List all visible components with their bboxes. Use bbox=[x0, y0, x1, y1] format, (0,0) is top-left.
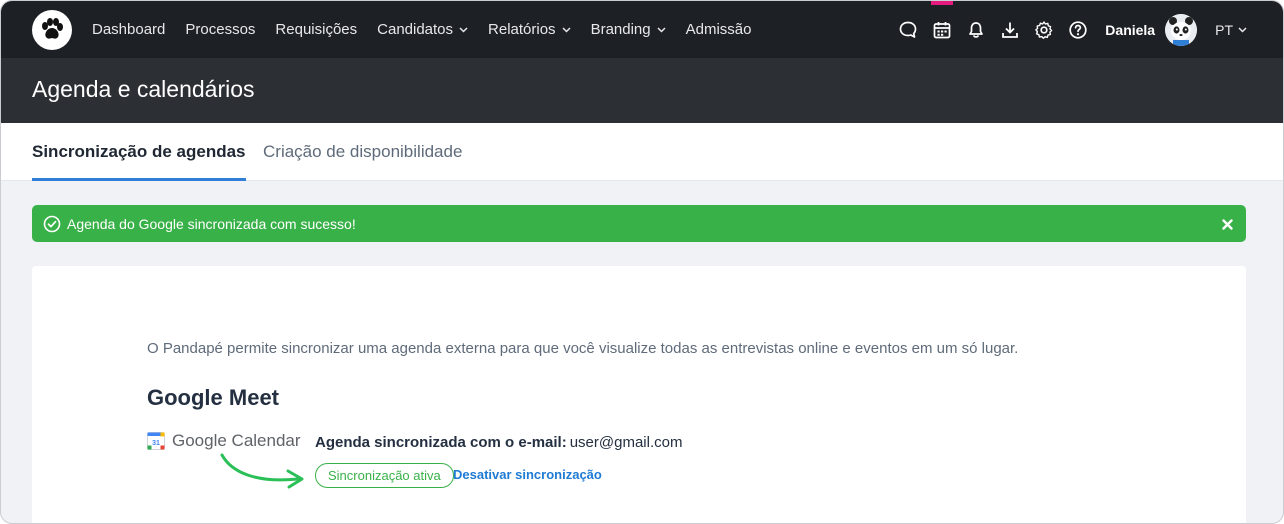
alert-message: Agenda do Google sincronizada com sucess… bbox=[67, 215, 356, 232]
nav-item-label: Candidatos bbox=[377, 21, 454, 38]
nav-item-dashboard[interactable]: Dashboard bbox=[82, 1, 175, 58]
nav-item-processos[interactable]: Processos bbox=[175, 1, 265, 58]
nav-item-label: Branding bbox=[590, 21, 651, 38]
nav-item-candidatos[interactable]: Candidatos bbox=[367, 1, 478, 58]
sync-email: user@gmail.com bbox=[569, 434, 683, 451]
google-calendar-icon: 31 bbox=[147, 432, 165, 450]
calendar-sync-card: O Pandapé permite sincronizar uma agenda… bbox=[32, 266, 1246, 523]
nav-item-label: Dashboard bbox=[92, 21, 166, 38]
close-alert-button[interactable] bbox=[1218, 215, 1236, 233]
nav-item-label: Admissão bbox=[685, 21, 752, 38]
nav-item-label: Relatórios bbox=[488, 21, 556, 38]
provider-name: Google Calendar bbox=[172, 431, 301, 450]
top-navbar: Dashboard Processos Requisições Candidat… bbox=[1, 1, 1283, 58]
settings-button[interactable] bbox=[1027, 1, 1061, 58]
sync-status-line: Agenda sincronizada com o e-mail: user@gm… bbox=[315, 434, 682, 451]
close-icon bbox=[1221, 218, 1233, 230]
language-selector[interactable]: PT bbox=[1215, 22, 1247, 38]
tab-label: Criação de disponibilidade bbox=[263, 142, 463, 161]
help-icon bbox=[1069, 20, 1087, 39]
calendar-button[interactable] bbox=[925, 1, 959, 58]
google-calendar-logo: 31 Google Calendar bbox=[147, 431, 301, 451]
calendar-icon bbox=[933, 21, 951, 38]
status-badge: Sincronização ativa bbox=[315, 463, 454, 488]
nav-item-label: Processos bbox=[185, 21, 256, 38]
check-circle-icon bbox=[43, 215, 61, 233]
success-alert: Agenda do Google sincronizada com sucess… bbox=[32, 205, 1246, 242]
tab-label: Sincronização de agendas bbox=[32, 142, 246, 161]
pandape-logo[interactable] bbox=[32, 10, 72, 50]
help-button[interactable] bbox=[1061, 1, 1095, 58]
tab-sincronizacao-agendas[interactable]: Sincronização de agendas bbox=[32, 123, 246, 181]
nav-item-admissao[interactable]: Admissão bbox=[676, 1, 762, 58]
chat-icon bbox=[899, 21, 917, 38]
sync-label: Agenda sincronizada com o e-mail: bbox=[315, 434, 567, 451]
nav-item-label: Requisições bbox=[275, 21, 358, 38]
language-label: PT bbox=[1215, 21, 1233, 38]
deactivate-sync-link[interactable]: Desativar sincronização bbox=[453, 467, 602, 482]
user-name[interactable]: Daniela bbox=[1105, 22, 1155, 38]
bell-icon bbox=[969, 21, 984, 38]
chat-button[interactable] bbox=[891, 1, 925, 58]
tab-bar: Sincronização de agendas Criação de disp… bbox=[1, 123, 1283, 181]
nav-item-relatorios[interactable]: Relatórios bbox=[478, 1, 581, 58]
nav-actions: Daniela PT bbox=[891, 1, 1283, 58]
chevron-down-icon bbox=[459, 26, 468, 33]
download-button[interactable] bbox=[993, 1, 1027, 58]
page-header: Agenda e calendários bbox=[1, 58, 1283, 123]
download-icon bbox=[1002, 22, 1019, 38]
main-menu: Dashboard Processos Requisições Candidat… bbox=[82, 1, 761, 58]
nav-item-requisicoes[interactable]: Requisições bbox=[265, 1, 367, 58]
gear-icon bbox=[1035, 20, 1053, 39]
page-title: Agenda e calendários bbox=[32, 76, 255, 102]
chevron-down-icon bbox=[657, 26, 666, 33]
nav-item-branding[interactable]: Branding bbox=[581, 1, 676, 58]
tab-criacao-disponibilidade[interactable]: Criação de disponibilidade bbox=[263, 123, 462, 181]
chevron-down-icon bbox=[1238, 26, 1247, 33]
section-title: Google Meet bbox=[147, 385, 280, 410]
calendar-day: 31 bbox=[152, 440, 160, 447]
avatar[interactable] bbox=[1165, 13, 1198, 46]
panda-avatar-icon bbox=[1165, 13, 1198, 46]
paw-icon bbox=[42, 18, 63, 39]
intro-text: O Pandapé permite sincronizar uma agenda… bbox=[147, 340, 1019, 357]
arrow-annotation-icon bbox=[220, 453, 304, 489]
chevron-down-icon bbox=[562, 26, 571, 33]
app-window: Dashboard Processos Requisições Candidat… bbox=[0, 0, 1284, 524]
notifications-button[interactable] bbox=[959, 1, 993, 58]
